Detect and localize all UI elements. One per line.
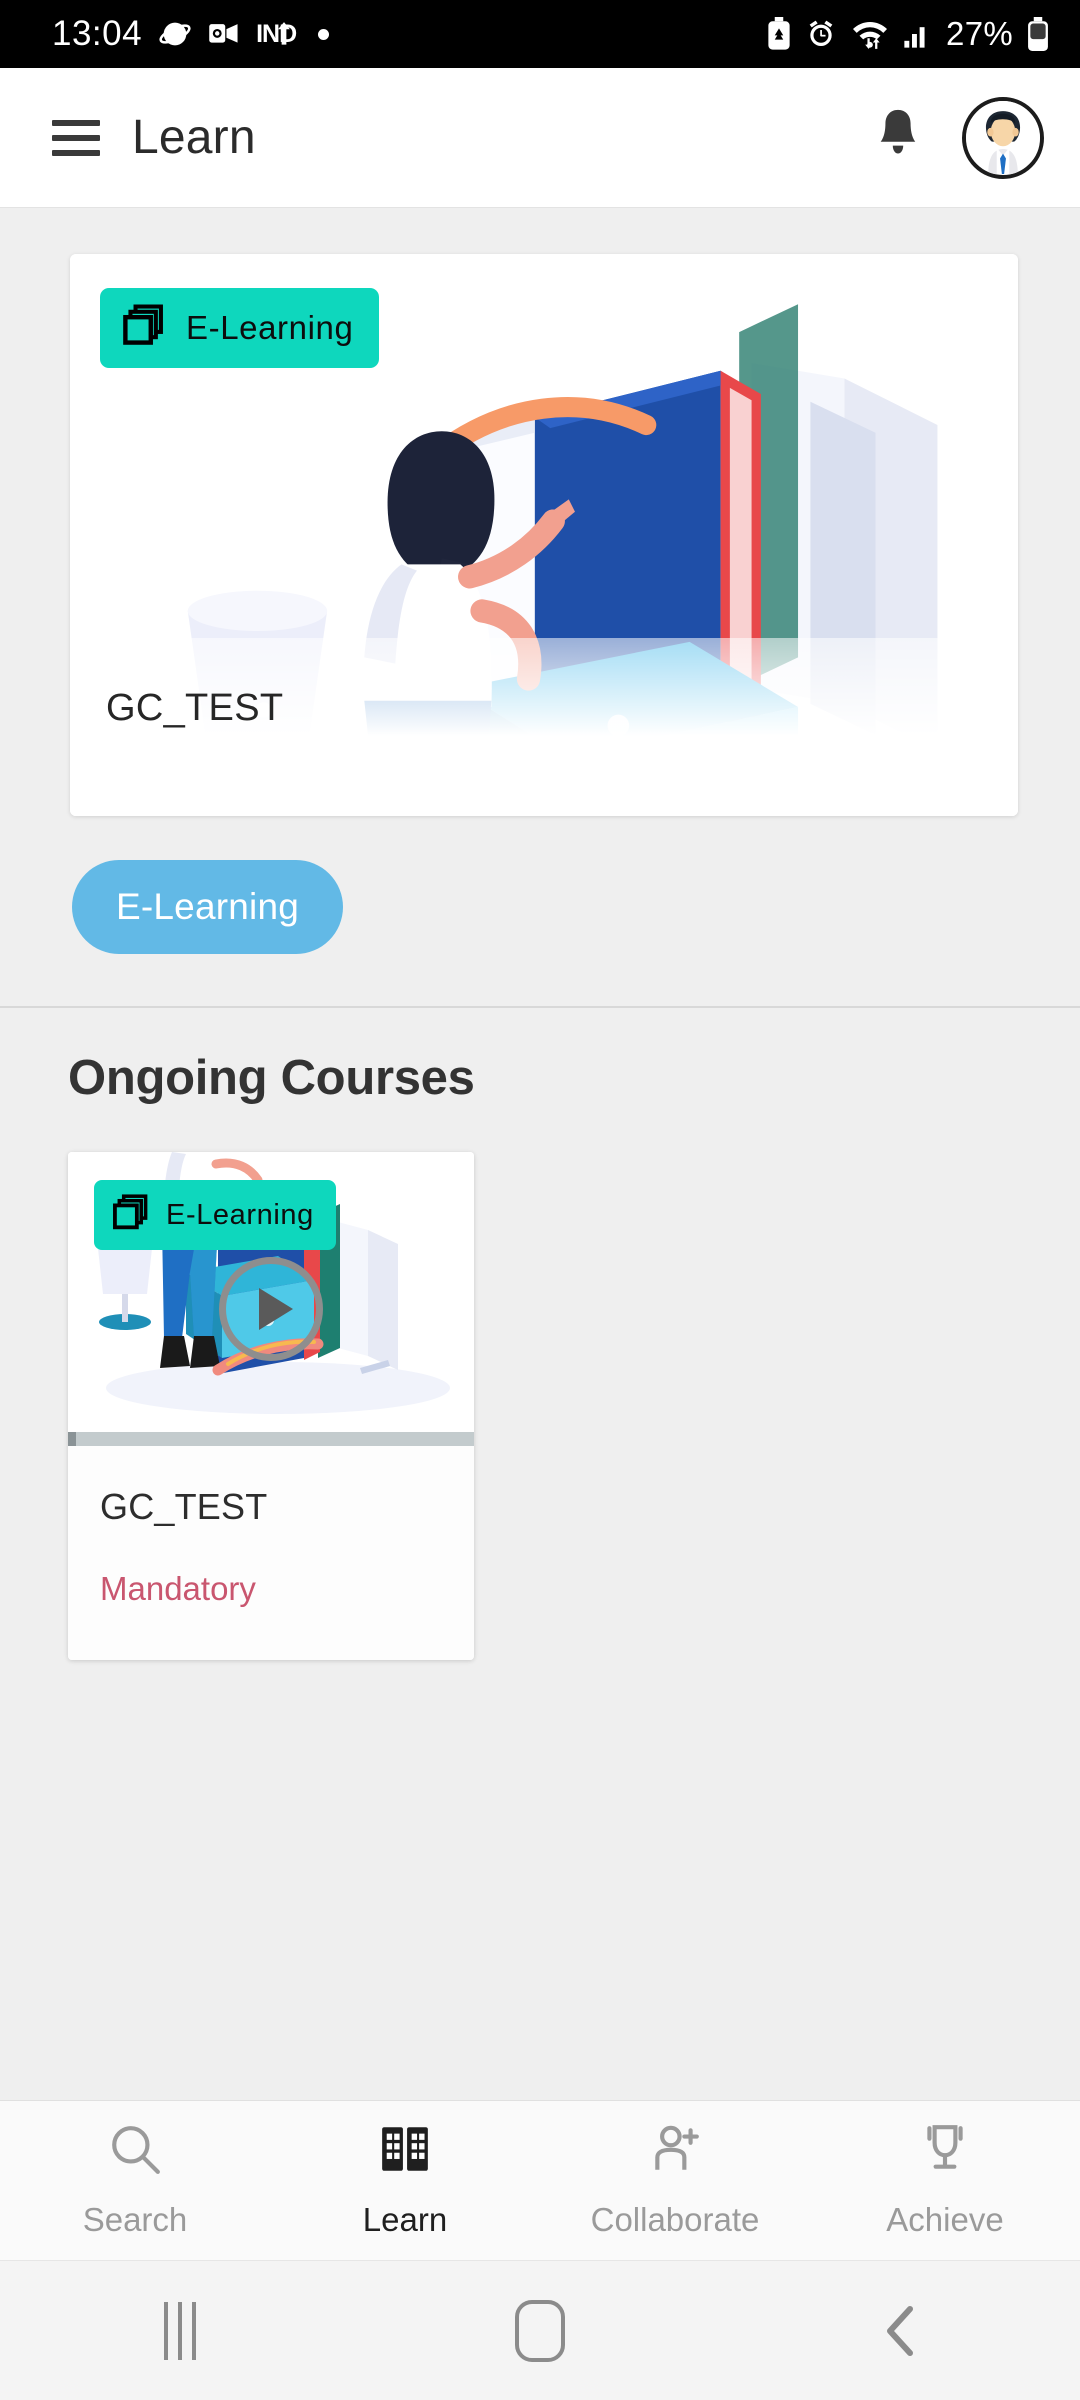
nav-label-achieve: Achieve: [886, 2201, 1004, 2238]
course-title: GC_TEST: [100, 1486, 268, 1527]
nav-item-collaborate[interactable]: Collaborate: [540, 2122, 810, 2239]
hamburger-menu-icon[interactable]: [52, 119, 100, 156]
app-bar: Learn: [0, 68, 1080, 208]
wifi-icon: [850, 17, 890, 51]
system-navigation-bar: [0, 2260, 1080, 2400]
ongoing-courses-heading: Ongoing Courses: [68, 1051, 475, 1105]
filter-chip-elearning[interactable]: E-Learning: [72, 860, 344, 954]
battery-saver-icon: [766, 17, 792, 51]
filter-chip-row: E-Learning: [0, 816, 1080, 954]
featured-course-card[interactable]: E-Learning GC_TEST: [70, 254, 1018, 816]
recents-bars: [164, 2301, 196, 2360]
play-circle-icon[interactable]: [219, 1256, 323, 1361]
outlook-icon: [208, 19, 240, 49]
featured-course-title: GC_TEST: [106, 687, 284, 729]
battery-percent-label: 27%: [946, 15, 1013, 52]
alarm-icon: [805, 18, 837, 50]
ongoing-courses-section: Ongoing Courses E-Learning GC_TEST Manda…: [0, 1008, 1080, 1660]
page-title: Learn: [132, 111, 256, 164]
back-icon[interactable]: [720, 2303, 1080, 2359]
nav-label-collaborate: Collaborate: [590, 2201, 760, 2238]
bell-icon[interactable]: [872, 106, 924, 169]
course-thumbnail: E-Learning: [68, 1152, 474, 1432]
user-avatar-icon[interactable]: [962, 96, 1044, 179]
signal-bars-icon: [903, 19, 933, 49]
status-bar-left: 13:04 IND: [52, 14, 330, 54]
recents-icon[interactable]: [0, 2301, 360, 2360]
featured-course-section: E-Learning GC_TEST: [0, 208, 1080, 816]
battery-icon: [1026, 17, 1050, 51]
nav-label-search: Search: [82, 2201, 188, 2238]
course-badge-label: E-Learning: [166, 1198, 314, 1231]
nav-item-learn[interactable]: Learn: [270, 2122, 540, 2239]
stacked-layers-icon: [112, 1193, 150, 1237]
course-card[interactable]: E-Learning GC_TEST Mandatory: [68, 1152, 474, 1660]
book-icon: [378, 2122, 432, 2181]
stacked-layers-icon: [122, 304, 166, 353]
status-bar: 13:04 IND 27%: [0, 0, 1080, 68]
home-square: [515, 2299, 565, 2362]
notification-dot-icon: [318, 28, 330, 40]
person-add-icon: [648, 2122, 702, 2181]
course-info: GC_TEST Mandatory: [68, 1446, 474, 1660]
bottom-navigation: Search Learn Collaborate Achieve: [0, 2100, 1080, 2260]
search-icon: [108, 2122, 162, 2181]
samsung-internet-icon: [158, 17, 192, 51]
nav-label-learn: Learn: [362, 2201, 448, 2238]
play-triangle: [259, 1287, 293, 1330]
course-badge: E-Learning: [94, 1180, 336, 1250]
featured-badge: E-Learning: [100, 288, 380, 368]
status-bar-clock: 13:04: [52, 14, 143, 53]
course-mandatory-tag: Mandatory: [100, 1570, 256, 1607]
nav-item-achieve[interactable]: Achieve: [810, 2122, 1080, 2239]
featured-badge-label: E-Learning: [186, 309, 354, 346]
nav-item-search[interactable]: Search: [0, 2122, 270, 2239]
course-progress-fill: [68, 1432, 77, 1446]
network-upload-icon: IND: [256, 20, 297, 49]
trophy-icon: [918, 2122, 972, 2181]
status-bar-right: 27%: [766, 15, 1050, 53]
home-icon[interactable]: [360, 2299, 720, 2362]
course-progress-bar: [68, 1432, 474, 1446]
main-content: E-Learning GC_TEST E-Learning Ongoing Co…: [0, 208, 1080, 2100]
